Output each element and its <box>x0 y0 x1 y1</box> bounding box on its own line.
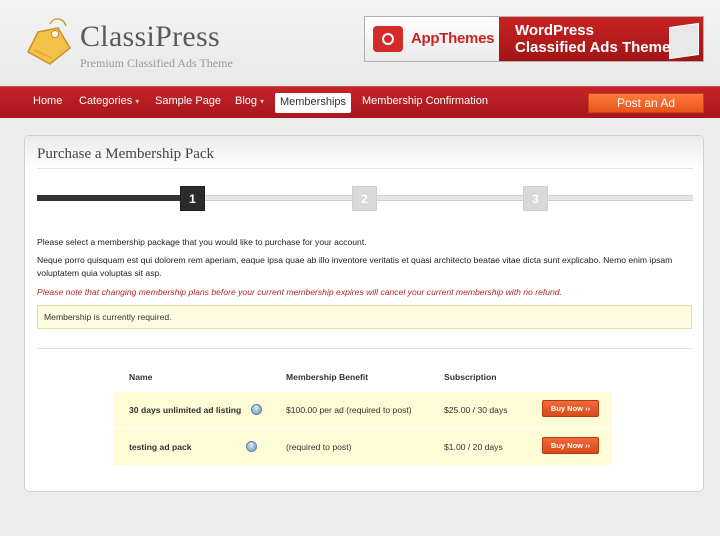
column-header-subscription: Subscription <box>444 372 497 382</box>
banner-brand-area: AppThemes <box>365 17 499 61</box>
banner-promo-area: WordPress Classified Ads Theme <box>499 17 703 61</box>
intro-text: Please select a membership package that … <box>37 237 367 247</box>
step-3: 3 <box>523 186 548 211</box>
chevron-down-icon: ▾ <box>135 97 140 106</box>
site-logo[interactable]: ClassiPress Premium Classified Ads Theme <box>20 12 260 72</box>
table-row: testing ad pack ? (required to post) $1.… <box>114 429 612 465</box>
panel-header: Purchase a Membership Pack <box>25 136 703 170</box>
banner-screenshot-icon <box>669 22 699 60</box>
pack-subscription: $25.00 / 30 days <box>444 405 508 415</box>
banner-line-1: WordPress <box>515 22 594 39</box>
nav-item-label: Home <box>33 95 63 107</box>
membership-notice: Membership is currently required. <box>37 305 692 329</box>
pack-benefit: $100.00 per ad (required to post) <box>286 405 412 415</box>
pack-name: testing ad pack <box>129 442 192 452</box>
description-text: Neque porro quisquam est qui dolorem rem… <box>37 255 673 278</box>
site-header: ClassiPress Premium Classified Ads Theme… <box>0 0 720 86</box>
appthemes-banner[interactable]: AppThemes WordPress Classified Ads Theme <box>364 16 704 62</box>
membership-panel: Purchase a Membership Pack 1 2 3 Please … <box>24 135 704 492</box>
nav-item-label: Memberships <box>279 96 347 108</box>
buy-now-button[interactable]: Buy Now ›› <box>542 437 599 454</box>
nav-item-label: Membership Confirmation <box>362 95 488 107</box>
banner-brand: AppThemes <box>411 30 495 47</box>
column-header-name: Name <box>129 372 153 382</box>
step-1: 1 <box>180 186 205 211</box>
logo-title: ClassiPress <box>80 20 220 53</box>
nav-item-blog[interactable]: Blog ▾ <box>235 95 264 107</box>
nav-item-memberships[interactable]: Memberships <box>275 93 351 113</box>
step-progress-fill <box>37 195 181 201</box>
step-2: 2 <box>352 186 377 211</box>
price-tag-icon <box>27 18 71 65</box>
nav-item-sample-page[interactable]: Sample Page <box>155 95 221 107</box>
divider <box>37 348 693 349</box>
table-row: 30 days unlimited ad listing ? $100.00 p… <box>114 392 612 428</box>
chevron-down-icon: ▾ <box>260 97 265 106</box>
column-header-benefit: Membership Benefit <box>286 372 369 382</box>
nav-item-home[interactable]: Home <box>33 95 62 107</box>
pack-subscription: $1.00 / 20 days <box>444 442 503 452</box>
warning-text: Please note that changing membership pla… <box>37 287 562 297</box>
nav-item-label: Blog <box>235 95 258 107</box>
pack-benefit: (required to post) <box>286 442 352 452</box>
help-icon[interactable]: ? <box>251 404 262 415</box>
nav-item-categories[interactable]: Categories ▾ <box>79 95 139 107</box>
pack-name: 30 days unlimited ad listing <box>129 405 242 415</box>
nav-item-label: Categories <box>79 95 133 107</box>
appthemes-logo-icon <box>373 26 403 52</box>
buy-now-button[interactable]: Buy Now ›› <box>542 400 599 417</box>
help-icon[interactable]: ? <box>246 441 257 452</box>
main-nav: Home Categories ▾ Sample Page Blog ▾ Membe… <box>0 86 720 118</box>
nav-item-label: Sample Page <box>155 95 222 107</box>
banner-line-2: Classified Ads Theme <box>515 39 671 56</box>
logo-subtitle: Premium Classified Ads Theme <box>80 56 233 70</box>
post-an-ad-button[interactable]: Post an Ad <box>588 93 704 113</box>
nav-item-membership-confirmation[interactable]: Membership Confirmation <box>362 95 488 107</box>
page-title: Purchase a Membership Pack <box>37 146 215 162</box>
divider <box>37 168 693 169</box>
